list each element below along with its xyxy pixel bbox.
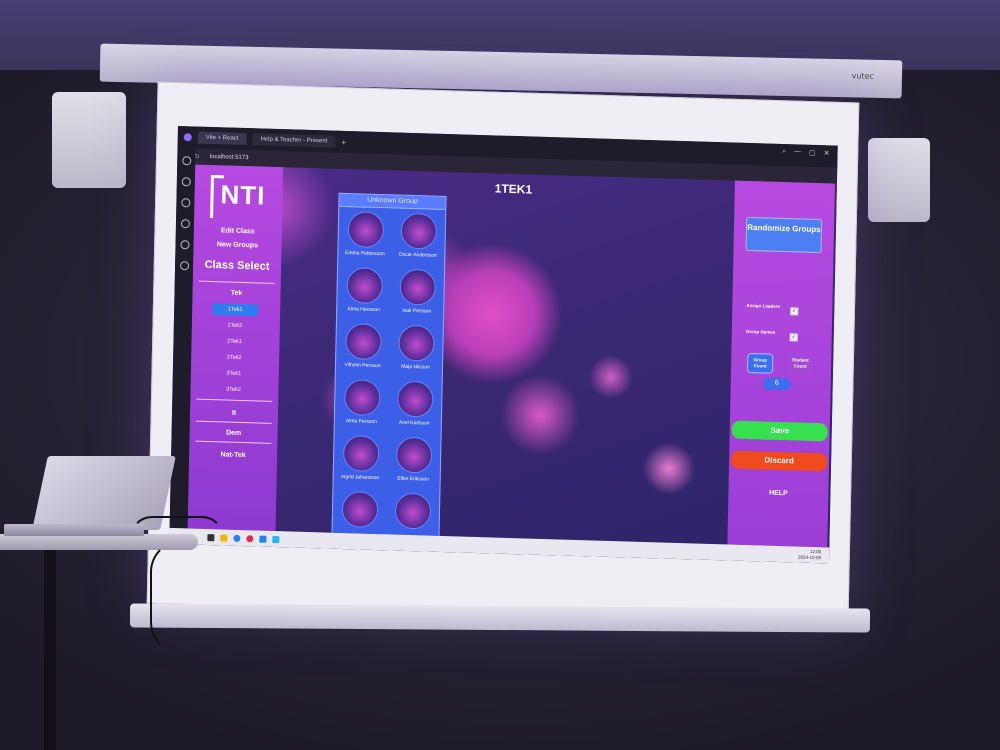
cable (150, 540, 214, 654)
address-input[interactable]: localhost:5173 (210, 154, 249, 161)
avatar (394, 492, 431, 530)
tab-vite-react[interactable]: Vite + React (197, 131, 247, 146)
sidebar-icon[interactable] (180, 198, 190, 208)
divider (195, 420, 272, 424)
student-card[interactable]: Ingrid Johansson (333, 435, 387, 489)
class-group-dem[interactable]: Dem (190, 428, 278, 438)
student-name: Axel Karlsson (398, 419, 430, 427)
class-item-3tek1[interactable]: 3Tek1 (211, 367, 257, 380)
student-name: Emma Pettersson (344, 250, 385, 258)
student-card[interactable]: Alma Hansson (337, 267, 391, 321)
avatar (398, 268, 436, 306)
minimize-icon[interactable]: — (794, 148, 801, 156)
window-controls: ⌕ — ▢ ✕ (782, 148, 830, 157)
maximize-icon[interactable]: ▢ (809, 149, 816, 157)
avatar (347, 211, 384, 249)
student-list: Emma Pettersson Oscar Andersson Alma Han… (332, 207, 445, 538)
help-link[interactable]: HELP (728, 488, 828, 498)
class-group-tek[interactable]: Tek (192, 288, 280, 298)
sidebar-icon[interactable] (181, 177, 191, 187)
student-card[interactable]: Emma Pettersson (338, 211, 392, 265)
sidebar-icon[interactable] (179, 261, 189, 271)
vscode-icon[interactable] (259, 535, 267, 543)
sidebar-icon[interactable] (180, 219, 190, 229)
right-speaker (868, 138, 930, 222)
housing-brand-label: vutec (851, 71, 875, 81)
search-icon[interactable]: ⌕ (782, 148, 786, 156)
browser-icon[interactable] (233, 534, 241, 542)
avatar (395, 436, 433, 474)
student-card[interactable]: Alma Persson (335, 379, 389, 433)
class-item-2tek1[interactable]: 2Tek1 (211, 335, 257, 348)
student-name: Alma Persson (345, 418, 377, 426)
student-card[interactable] (332, 491, 386, 538)
divider (196, 398, 273, 402)
divider (198, 280, 275, 284)
avatar (344, 323, 382, 361)
group-card: Unknown Group Emma Pettersson Oscar Ande… (331, 192, 447, 538)
right-sidebar: Randomize Groups Assign Leaders ✓ Group … (727, 176, 836, 548)
new-tab-button[interactable]: + (341, 137, 346, 146)
close-icon[interactable]: ✕ (824, 149, 830, 157)
edit-class-link[interactable]: Edit Class (194, 227, 282, 237)
student-count-toggle[interactable]: Student Count (786, 354, 814, 375)
new-groups-link[interactable]: New Groups (193, 241, 281, 251)
avatar (343, 379, 381, 417)
tab-help-teacher[interactable]: Help & Teacher - Present (252, 133, 336, 148)
system-tray: 12:00 2024-10-09 (798, 549, 821, 562)
laptop-base (4, 524, 144, 536)
class-item-1tek2[interactable]: 1Tek2 (212, 319, 258, 332)
class-select-heading: Class Select (204, 258, 270, 273)
student-card[interactable] (385, 492, 439, 538)
tray-date[interactable]: 2024-10-09 (798, 555, 821, 562)
group-names-checkbox[interactable]: ✓ (789, 333, 798, 342)
assign-leaders-checkbox[interactable]: ✓ (790, 307, 799, 316)
student-card[interactable]: Oscar Andersson (391, 212, 445, 266)
student-name: Maja Nilsson (401, 363, 430, 371)
page-title: 1TEK1 (494, 181, 533, 197)
avatar (341, 491, 378, 529)
student-name: Ingrid Johansson (341, 473, 380, 482)
discard-button[interactable]: Discard (730, 450, 828, 472)
nti-logo: NTI (202, 169, 273, 219)
class-item-3tek2[interactable]: 3Tek2 (210, 383, 256, 396)
projected-app: Vite + React Help & Teacher - Present + … (169, 126, 838, 564)
left-sidebar: NTI Edit Class New Groups Class Select T… (187, 164, 284, 532)
avatar (345, 267, 383, 305)
avatar (399, 212, 437, 250)
student-name: Oscar Andersson (398, 251, 438, 259)
randomize-groups-button[interactable]: Randomize Groups (745, 216, 823, 254)
app-icon[interactable] (272, 535, 280, 543)
app-page: NTI Edit Class New Groups Class Select T… (187, 164, 837, 548)
save-button[interactable]: Save (731, 420, 828, 442)
class-item-1tek1[interactable]: 1Tek1 (212, 303, 259, 317)
student-card[interactable]: Vilhelm Persson (336, 323, 390, 377)
table-leg (44, 548, 56, 750)
class-item-2tek2[interactable]: 2Tek2 (211, 351, 257, 364)
count-input[interactable]: 6 (762, 377, 791, 391)
class-group-nat-tek[interactable]: Nat-Tek (189, 450, 277, 460)
student-card[interactable]: Axel Karlsson (388, 380, 442, 434)
browser-logo-icon (183, 133, 192, 142)
class-group-it[interactable]: It (190, 408, 278, 418)
group-count-toggle[interactable]: Group Count (746, 352, 774, 374)
sidebar-icon[interactable] (181, 156, 191, 166)
avatar (397, 324, 435, 362)
group-names-label: Group Names (745, 328, 776, 335)
divider (195, 440, 272, 444)
student-card[interactable]: Maja Nilsson (389, 324, 443, 378)
student-card[interactable]: Isak Persson (390, 268, 444, 322)
student-card[interactable]: Ellen Eriksson (386, 436, 440, 490)
logo-text: NTI (220, 179, 266, 211)
app-icon[interactable] (246, 534, 254, 542)
student-name: Isak Persson (402, 307, 432, 315)
assign-leaders-label: Assign Leaders (746, 302, 780, 309)
left-speaker (52, 92, 126, 188)
avatar (342, 435, 380, 473)
sidebar-icon[interactable] (179, 240, 190, 250)
student-name: Alma Hansson (347, 306, 381, 314)
student-name: Vilhelm Persson (344, 362, 381, 370)
student-name: Ellen Eriksson (397, 475, 430, 483)
avatar (396, 380, 434, 418)
